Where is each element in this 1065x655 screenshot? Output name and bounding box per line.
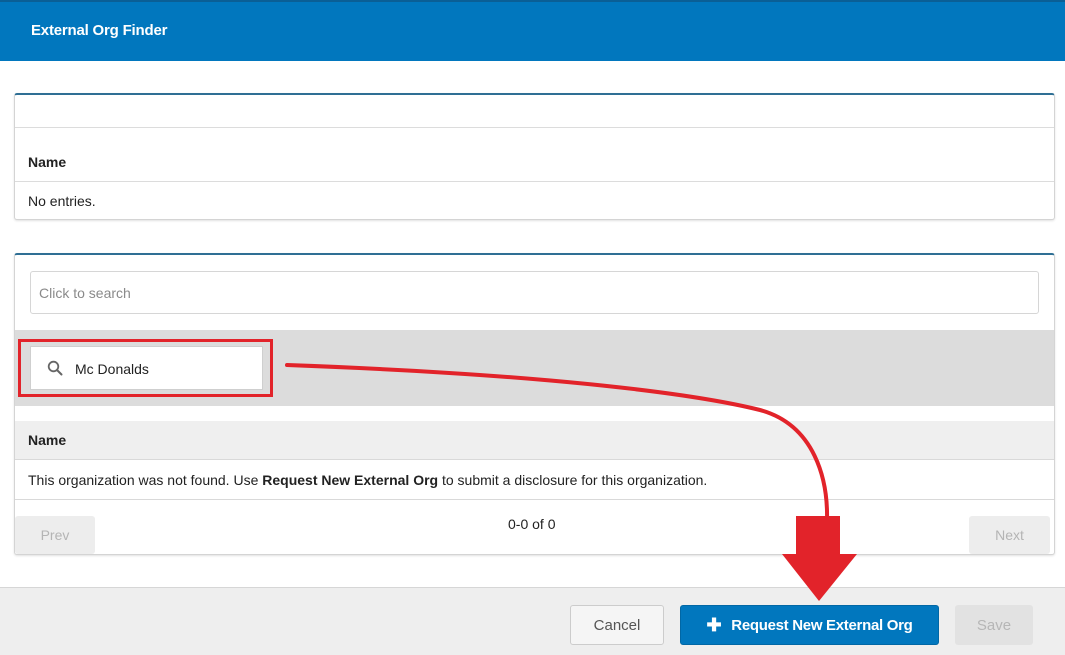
not-found-prefix: This organization was not found. Use xyxy=(28,472,263,488)
filter-field[interactable] xyxy=(30,346,263,390)
search-input[interactable] xyxy=(30,271,1039,314)
next-button[interactable]: Next xyxy=(969,516,1050,554)
filter-band xyxy=(15,330,1054,406)
not-found-message: This organization was not found. Use Req… xyxy=(28,472,707,488)
dialog-title: External Org Finder xyxy=(31,22,168,39)
not-found-link-text: Request New External Org xyxy=(262,472,439,488)
request-new-external-org-button[interactable]: ✚ Request New External Org xyxy=(680,605,939,645)
results-name-column-header: Name xyxy=(28,432,67,448)
selected-table-header: Name xyxy=(15,127,1054,182)
plus-icon: ✚ xyxy=(706,614,722,635)
dialog-header: External Org Finder xyxy=(0,0,1065,61)
org-search-panel: Name This organization was not found. Us… xyxy=(14,253,1055,555)
results-table-header: Name xyxy=(15,421,1054,460)
page-info: 0-0 of 0 xyxy=(508,516,556,532)
not-found-suffix: to submit a disclosure for this organiza… xyxy=(438,472,708,488)
table-divider xyxy=(15,499,1054,500)
selected-empty-message: No entries. xyxy=(28,193,96,209)
prev-button[interactable]: Prev xyxy=(15,516,95,554)
selected-orgs-panel: Name No entries. xyxy=(14,93,1055,220)
dialog-footer: Cancel ✚ Request New External Org Save xyxy=(0,587,1065,655)
cancel-button[interactable]: Cancel xyxy=(570,605,664,645)
selected-name-column-header: Name xyxy=(28,154,67,170)
save-button[interactable]: Save xyxy=(955,605,1033,645)
search-icon xyxy=(47,360,63,376)
filter-input[interactable] xyxy=(75,357,255,381)
request-button-label: Request New External Org xyxy=(731,616,913,634)
